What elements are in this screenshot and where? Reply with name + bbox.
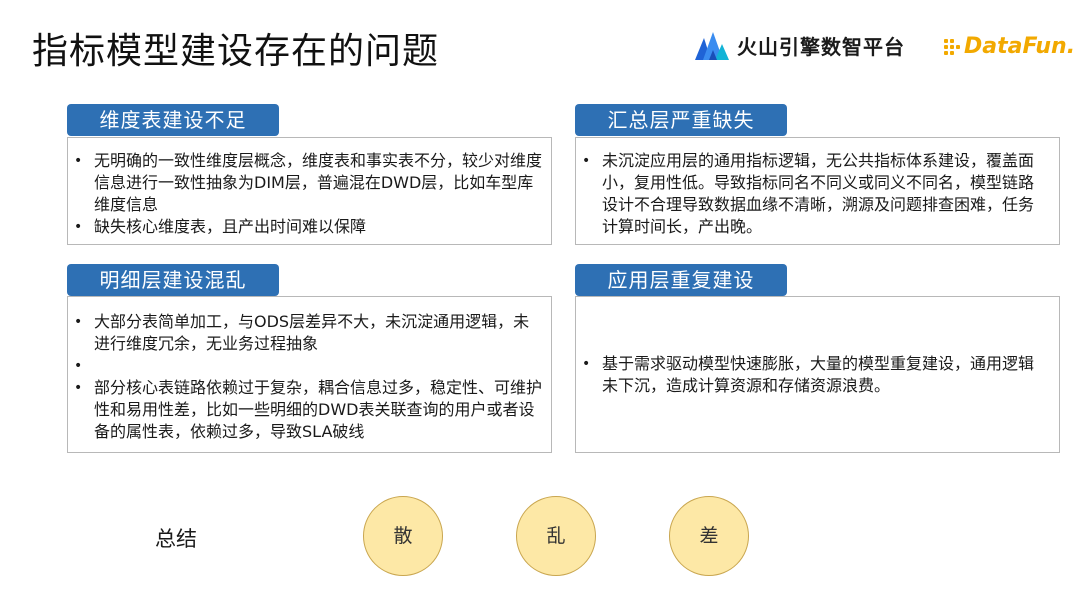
page-title: 指标模型建设存在的问题 bbox=[32, 31, 440, 72]
datafun-dots-icon bbox=[944, 37, 962, 55]
list-item: 缺失核心维度表，且产出时间难以保障 bbox=[68, 216, 546, 238]
datafun-logo-text: DataFun. bbox=[964, 33, 1076, 59]
datafun-logo: DataFun. bbox=[944, 30, 1075, 62]
volcano-mountain-icon bbox=[695, 32, 729, 60]
list-item bbox=[68, 355, 542, 377]
panel-list: 基于需求驱动模型快速膨胀，大量的模型重复建设，通用逻辑未下沉，造成计算资源和存储… bbox=[576, 353, 1048, 397]
volcano-engine-logo: 火山引擎数智平台 bbox=[695, 28, 905, 62]
panel-list: 未沉淀应用层的通用指标逻辑，无公共指标体系建设，覆盖面小，复用性低。导致指标同名… bbox=[576, 150, 1046, 238]
panel-tag: 应用层重复建设 bbox=[575, 264, 787, 296]
list-item: 基于需求驱动模型快速膨胀，大量的模型重复建设，通用逻辑未下沉，造成计算资源和存储… bbox=[576, 353, 1048, 397]
panel-list: 大部分表简单加工，与ODS层差异不大，未沉淀通用逻辑，未进行维度冗余，无业务过程… bbox=[68, 311, 542, 443]
list-item: 无明确的一致性维度层概念，维度表和事实表不分，较少对维度信息进行一致性抽象为DI… bbox=[68, 150, 546, 216]
list-item: 大部分表简单加工，与ODS层差异不大，未沉淀通用逻辑，未进行维度冗余，无业务过程… bbox=[68, 311, 542, 355]
summary-keyword-circle: 散 bbox=[363, 496, 443, 576]
panel-list: 无明确的一致性维度层概念，维度表和事实表不分，较少对维度信息进行一致性抽象为DI… bbox=[68, 150, 546, 238]
list-item: 部分核心表链路依赖过于复杂，耦合信息过多，稳定性、可维护性和易用性差，比如一些明… bbox=[68, 377, 542, 443]
panel-tag: 维度表建设不足 bbox=[67, 104, 279, 136]
panel-tag: 汇总层严重缺失 bbox=[575, 104, 787, 136]
list-item: 未沉淀应用层的通用指标逻辑，无公共指标体系建设，覆盖面小，复用性低。导致指标同名… bbox=[576, 150, 1046, 238]
summary-keyword-circle: 差 bbox=[669, 496, 749, 576]
summary-label: 总结 bbox=[155, 527, 197, 551]
summary-keyword-circle: 乱 bbox=[516, 496, 596, 576]
panel-tag: 明细层建设混乱 bbox=[67, 264, 279, 296]
volcano-engine-logo-text: 火山引擎数智平台 bbox=[737, 34, 905, 59]
